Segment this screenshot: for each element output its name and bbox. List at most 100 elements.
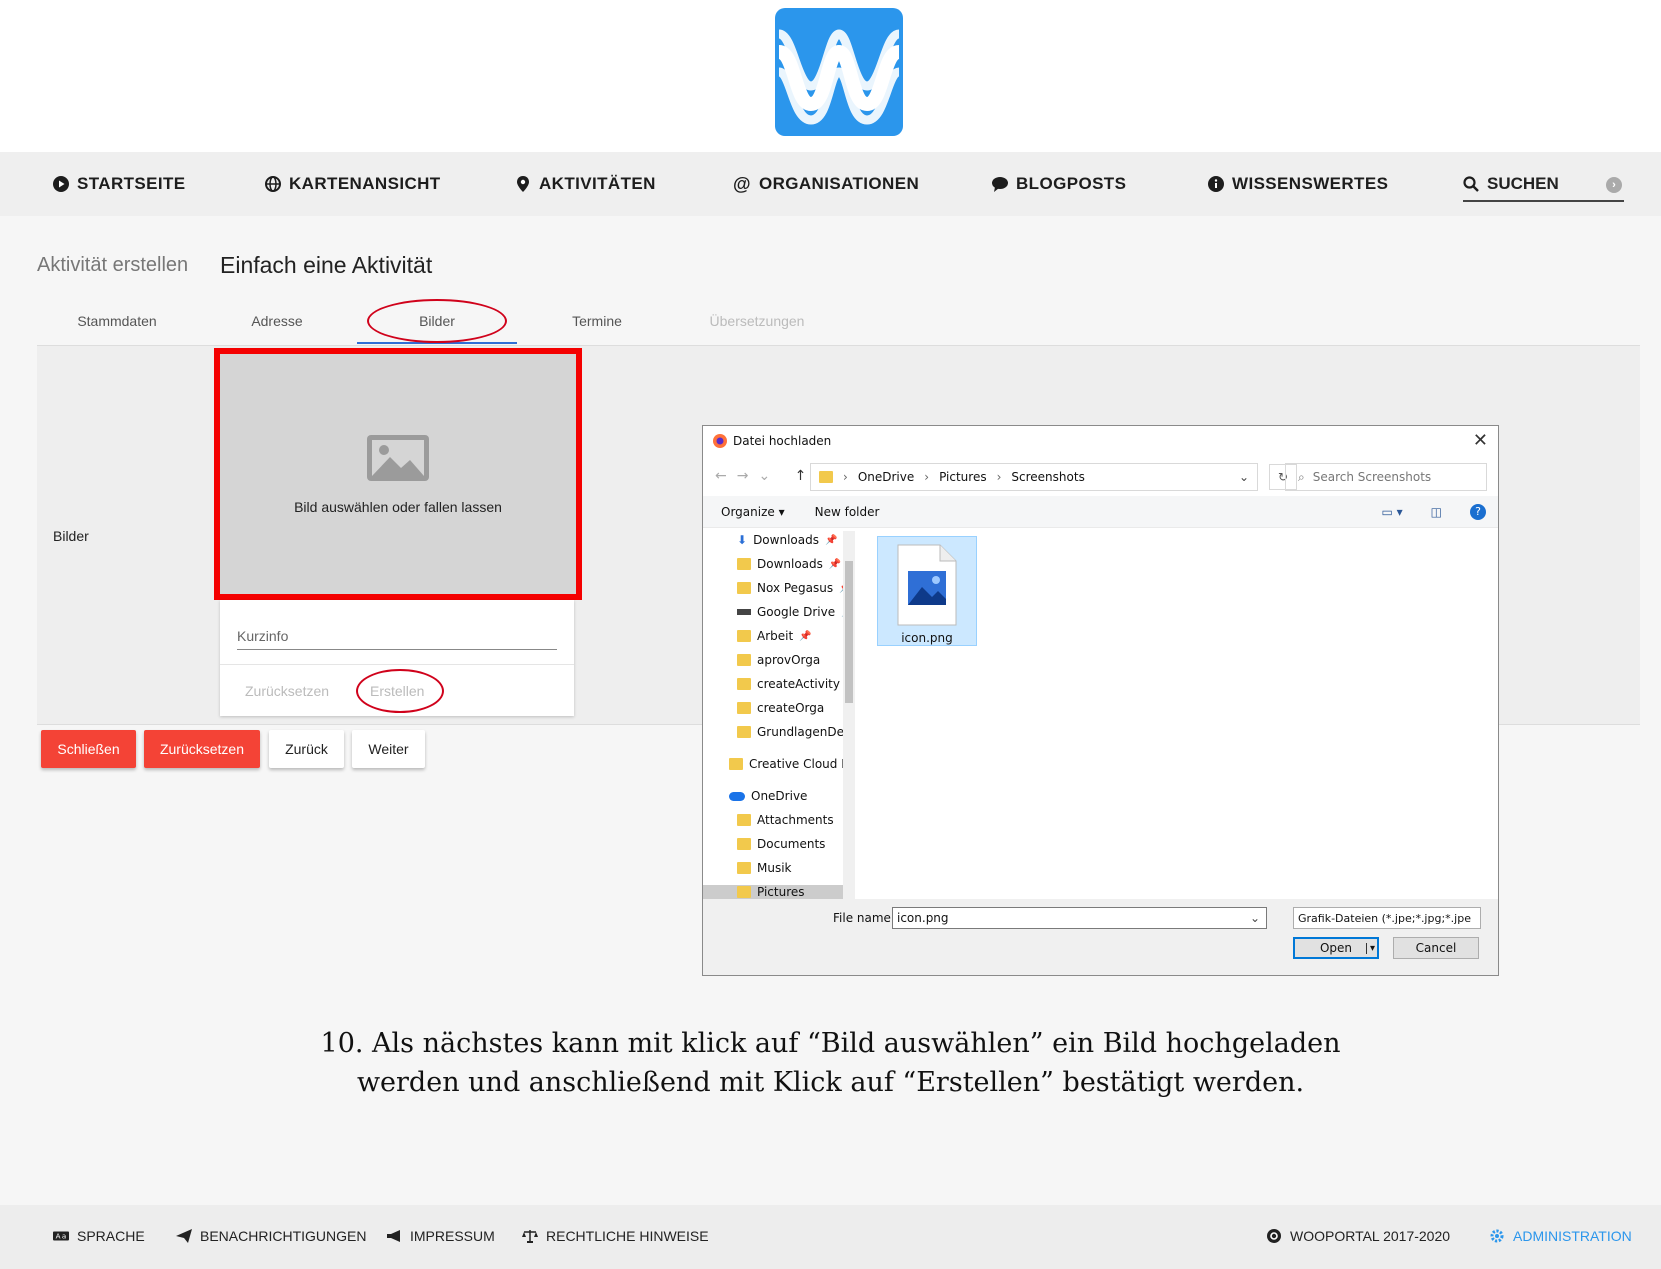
- footer-benachrichtigungen[interactable]: BENACHRICHTIGUNGEN: [176, 1228, 366, 1244]
- close-button[interactable]: Schließen: [41, 730, 136, 768]
- reset-button[interactable]: Zurücksetzen: [144, 730, 260, 768]
- chevron-down-icon[interactable]: ⌄: [1250, 911, 1260, 925]
- info-icon: [1208, 176, 1224, 192]
- file-type-select[interactable]: Grafik-Dateien (*.jpe;*.jpg;*.jpe: [1293, 907, 1481, 929]
- back-button[interactable]: Zurück: [269, 730, 344, 768]
- logo-wave-icon: [776, 29, 902, 125]
- nav-blogposts[interactable]: BLOGPOSTS: [992, 152, 1126, 216]
- dialog-nav-arrows[interactable]: ←→⌄ ↑: [715, 468, 816, 484]
- address-bar[interactable]: › OneDrive › Pictures › Screenshots ⌄ ↻: [810, 463, 1297, 491]
- footer-rechtliche-hinweise[interactable]: RECHTLICHE HINWEISE: [522, 1228, 709, 1244]
- open-button[interactable]: Open ▾: [1293, 937, 1379, 959]
- search-icon: [1463, 176, 1479, 192]
- tree-item[interactable]: createOrga: [737, 701, 824, 715]
- wooportal-logo[interactable]: [775, 8, 903, 136]
- folder-tree: ⬇Downloads📌 Downloads📌 Nox Pegasus📌 Goog…: [703, 529, 851, 899]
- tab-stammdaten[interactable]: Stammdaten: [37, 313, 197, 329]
- cloud-icon: [729, 791, 745, 801]
- folder-icon: [737, 726, 751, 738]
- tree-item[interactable]: Musik: [737, 861, 792, 875]
- nav-organisationen[interactable]: @ ORGANISATIONEN: [733, 152, 919, 216]
- tree-item[interactable]: Documents: [737, 837, 825, 851]
- pin-icon: 📌: [828, 558, 842, 570]
- arrow-right-icon[interactable]: ›: [1606, 177, 1622, 193]
- tab-adresse[interactable]: Adresse: [197, 313, 357, 329]
- tree-item[interactable]: GrundlagenDerV: [737, 725, 851, 739]
- tree-item[interactable]: Creative Cloud Fil: [729, 757, 851, 771]
- nav-wissenswertes[interactable]: WISSENSWERTES: [1208, 152, 1388, 216]
- comment-icon: [992, 177, 1008, 192]
- tree-item[interactable]: Downloads 📌: [737, 557, 841, 571]
- tree-item-selected[interactable]: Pictures: [703, 885, 843, 899]
- card-divider: [220, 664, 574, 665]
- new-folder-button[interactable]: New folder: [815, 505, 880, 519]
- organize-button[interactable]: Organize ▾: [721, 505, 785, 519]
- path-segment[interactable]: Pictures: [939, 470, 987, 484]
- footer-sprache[interactable]: Aa SPRACHE: [53, 1228, 145, 1244]
- nav-aktivitaeten[interactable]: AKTIVITÄTEN: [515, 152, 656, 216]
- dropdown-arrow-icon[interactable]: ▾: [1365, 942, 1375, 954]
- tree-item[interactable]: Google Drive📌: [737, 605, 851, 619]
- folder-icon: [819, 471, 833, 483]
- tree-item[interactable]: OneDrive: [729, 789, 807, 803]
- tree-item[interactable]: Arbeit 📌: [737, 629, 812, 643]
- megaphone-icon: [387, 1230, 400, 1242]
- image-icon: [367, 435, 429, 481]
- file-name-input[interactable]: icon.png ⌄: [892, 907, 1267, 929]
- header: [0, 0, 1661, 152]
- tree-item[interactable]: ⬇ Downloads 📌: [737, 533, 837, 547]
- drive-icon: [737, 609, 751, 615]
- help-icon[interactable]: ?: [1470, 503, 1486, 520]
- card-reset-button[interactable]: Zurücksetzen: [245, 683, 329, 699]
- dropzone-text: Bild auswählen oder fallen lassen: [294, 499, 502, 515]
- nav-kartenansicht[interactable]: KARTENANSICHT: [265, 152, 441, 216]
- nav-label: AKTIVITÄTEN: [539, 174, 656, 193]
- dialog-search-input[interactable]: ⌕ Search Screenshots: [1285, 463, 1487, 491]
- balance-scale-icon: [522, 1230, 538, 1243]
- tab-termine[interactable]: Termine: [517, 313, 677, 329]
- tree-item[interactable]: createActivity: [737, 677, 840, 691]
- file-name-label: File name:: [833, 911, 895, 925]
- path-segment[interactable]: OneDrive: [858, 470, 914, 484]
- folder-icon: [737, 630, 751, 642]
- highlight-ellipse: [367, 299, 507, 343]
- footer-impressum[interactable]: IMPRESSUM: [386, 1228, 495, 1244]
- image-dropzone[interactable]: Bild auswählen oder fallen lassen: [214, 348, 582, 600]
- kurzinfo-input[interactable]: Kurzinfo: [237, 620, 557, 650]
- search-field[interactable]: SUCHEN ›: [1463, 168, 1624, 202]
- image-file-icon: [897, 544, 957, 626]
- close-icon[interactable]: ✕: [1473, 430, 1488, 451]
- breadcrumb[interactable]: Aktivität erstellen: [37, 254, 188, 277]
- nav-label: BLOGPOSTS: [1016, 174, 1127, 193]
- tree-item[interactable]: Attachments: [737, 813, 834, 827]
- play-circle-icon: [53, 176, 69, 192]
- folder-icon: [737, 886, 751, 898]
- globe-icon: [265, 176, 281, 192]
- dialog-toolbar: Organize ▾ New folder ▭ ▾ ◫ ?: [703, 496, 1498, 528]
- path-segment[interactable]: Screenshots: [1011, 470, 1084, 484]
- view-options-icon[interactable]: ▭ ▾: [1381, 505, 1402, 519]
- next-button[interactable]: Weiter: [352, 730, 425, 768]
- preview-pane-icon[interactable]: ◫: [1431, 505, 1442, 519]
- folder-icon: [737, 654, 751, 666]
- svg-text:a: a: [62, 1232, 66, 1241]
- scrollbar-thumb[interactable]: [845, 561, 853, 703]
- chevron-down-icon[interactable]: ⌄: [1239, 470, 1249, 484]
- dialog-title: Datei hochladen: [733, 434, 832, 448]
- tab-uebersetzungen[interactable]: Übersetzungen: [677, 313, 837, 329]
- pin-icon: 📌: [799, 630, 812, 642]
- nav-startseite[interactable]: STARTSEITE: [53, 152, 186, 216]
- tree-item[interactable]: Nox Pegasus📌: [737, 581, 851, 595]
- footer-administration[interactable]: ADMINISTRATION: [1489, 1228, 1632, 1244]
- nav-label: STARTSEITE: [77, 174, 186, 193]
- tree-item[interactable]: aprovOrga: [737, 653, 820, 667]
- caption-line: werden und anschließend mit Klick auf “E…: [356, 1067, 1305, 1098]
- tree-scrollbar[interactable]: [843, 531, 855, 899]
- instruction-caption: 10. Als nächstes kann mit klick auf “Bil…: [0, 1024, 1661, 1102]
- file-item[interactable]: icon.png: [877, 536, 977, 646]
- firefox-icon: [713, 434, 727, 448]
- highlight-ellipse: [356, 669, 444, 713]
- copyright-icon: [1267, 1229, 1281, 1243]
- folder-icon: [737, 678, 751, 690]
- cancel-button[interactable]: Cancel: [1393, 937, 1479, 959]
